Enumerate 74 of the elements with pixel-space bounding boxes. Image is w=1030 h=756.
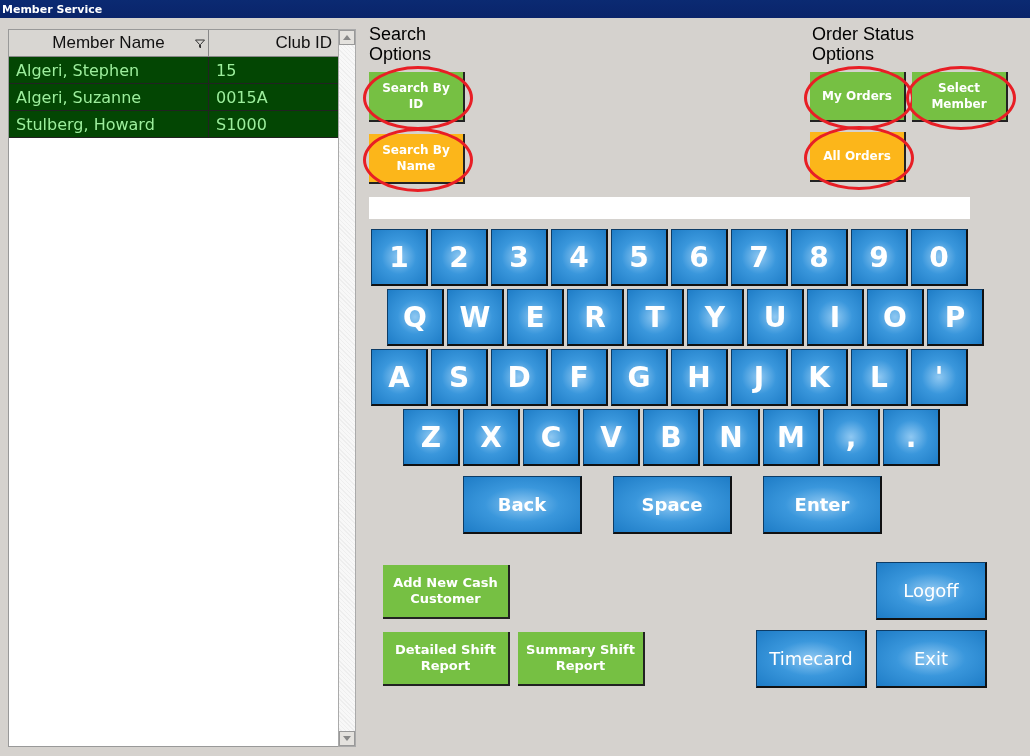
report-button[interactable]: Summary Shift Report (518, 631, 645, 686)
order-status-button[interactable]: My Orders (810, 72, 906, 122)
table-cell: Algeri, Stephen (9, 57, 209, 83)
keyboard-key[interactable]: 7 (731, 229, 788, 286)
keyboard-key[interactable]: Q (387, 289, 444, 346)
keyboard-key[interactable]: W (447, 289, 504, 346)
table-cell: Stulberg, Howard (9, 111, 209, 137)
keyboard-key[interactable]: , (823, 409, 880, 466)
keyboard-key[interactable]: Enter (763, 476, 882, 534)
member-row[interactable]: Algeri, Stephen 15 (9, 57, 339, 84)
report-button[interactable]: Detailed Shift Report (383, 631, 510, 686)
keyboard-key[interactable]: K (791, 349, 848, 406)
scroll-up-button[interactable] (339, 30, 355, 45)
keyboard-key[interactable]: P (927, 289, 984, 346)
keyboard-key[interactable]: X (463, 409, 520, 466)
keyboard-key[interactable]: V (583, 409, 640, 466)
keyboard-key[interactable]: O (867, 289, 924, 346)
column-header[interactable]: Club ID (209, 30, 339, 56)
keyboard-key[interactable]: Z (403, 409, 460, 466)
keyboard-key[interactable]: 1 (371, 229, 428, 286)
keyboard-key[interactable]: A (371, 349, 428, 406)
system-button[interactable]: Logoff (876, 562, 987, 620)
up-arrow-icon (343, 35, 352, 40)
keyboard-key[interactable]: C (523, 409, 580, 466)
keyboard-key[interactable]: Space (613, 476, 732, 534)
keyboard-key[interactable]: R (567, 289, 624, 346)
member-row[interactable]: Algeri, Suzanne 0015A (9, 84, 339, 111)
keyboard-key[interactable]: 4 (551, 229, 608, 286)
keyboard-key[interactable]: 5 (611, 229, 668, 286)
system-button[interactable]: Timecard (756, 630, 867, 688)
keyboard-key[interactable]: ' (911, 349, 968, 406)
keyboard-key[interactable]: L (851, 349, 908, 406)
keyboard-key[interactable]: B (643, 409, 700, 466)
keyboard-key[interactable]: I (807, 289, 864, 346)
keyboard-key[interactable]: E (507, 289, 564, 346)
keyboard-key[interactable]: D (491, 349, 548, 406)
search-options-label: Search Options (369, 24, 433, 64)
keyboard-key[interactable]: . (883, 409, 940, 466)
search-option-button[interactable]: Search By Name (369, 134, 465, 184)
keyboard-key[interactable]: F (551, 349, 608, 406)
keyboard-key[interactable]: Y (687, 289, 744, 346)
table-cell-text: S1000 (215, 113, 268, 136)
table-cell-text: 0015A (215, 86, 269, 109)
keyboard-key[interactable]: 8 (791, 229, 848, 286)
order-status-button[interactable]: Select Member (912, 72, 1008, 122)
keyboard-key[interactable]: 6 (671, 229, 728, 286)
keyboard-key[interactable]: U (747, 289, 804, 346)
keyboard-key[interactable]: Back (463, 476, 582, 534)
keyboard-key[interactable]: N (703, 409, 760, 466)
table-cell-text: 15 (215, 59, 238, 82)
scrollbar[interactable] (338, 29, 356, 747)
table-cell: Algeri, Suzanne (9, 84, 209, 110)
search-option-button[interactable]: Search By ID (369, 72, 465, 122)
keyboard-key[interactable]: 9 (851, 229, 908, 286)
order-status-options-label: Order Status Options (812, 24, 916, 64)
order-status-button[interactable]: All Orders (810, 132, 906, 182)
report-button[interactable]: Add New Cash Customer (383, 565, 510, 619)
keyboard-key[interactable]: 3 (491, 229, 548, 286)
keyboard-key[interactable]: T (627, 289, 684, 346)
keyboard-key[interactable]: 0 (911, 229, 968, 286)
down-arrow-icon (343, 736, 352, 741)
keyboard-key[interactable]: S (431, 349, 488, 406)
scroll-down-button[interactable] (339, 731, 355, 746)
input-field[interactable] (369, 197, 970, 219)
keyboard-key[interactable]: J (731, 349, 788, 406)
keyboard-key[interactable]: H (671, 349, 728, 406)
system-button[interactable]: Exit (876, 630, 987, 688)
column-header[interactable]: Member Name (9, 30, 209, 56)
keyboard-key[interactable]: M (763, 409, 820, 466)
filter-icon[interactable] (195, 39, 205, 49)
member-row[interactable]: Stulberg, Howard S1000 (9, 111, 339, 138)
keyboard-key[interactable]: 2 (431, 229, 488, 286)
keyboard-key[interactable]: G (611, 349, 668, 406)
window-title: Member Service (2, 2, 103, 16)
